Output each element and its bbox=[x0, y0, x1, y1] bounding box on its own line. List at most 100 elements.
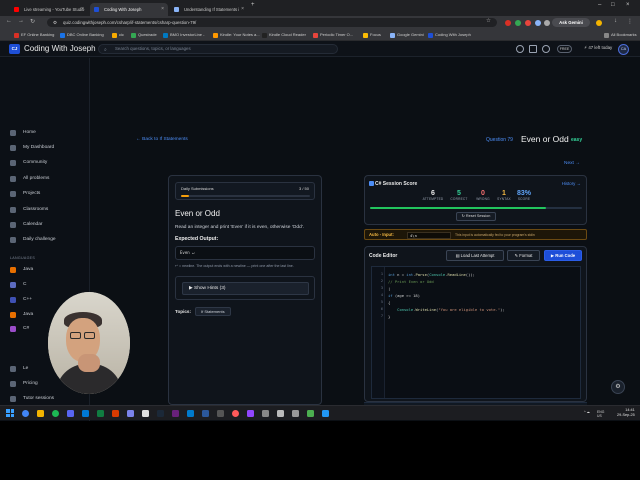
language-indicator[interactable]: ENG US bbox=[597, 410, 604, 418]
bookmark-item[interactable]: Periodic Timer O... bbox=[313, 32, 353, 38]
history-link[interactable]: History → bbox=[562, 181, 581, 186]
bookmark-icon bbox=[428, 32, 433, 38]
sidebar-item-community[interactable]: Community bbox=[10, 160, 47, 166]
bookmark-item[interactable]: cic bbox=[112, 32, 124, 38]
app-icon[interactable] bbox=[277, 410, 284, 417]
file-explorer-icon[interactable] bbox=[37, 410, 44, 417]
tab-label: Live streaming - YouTube Studio bbox=[24, 7, 85, 12]
code-editor[interactable]: 1 2 3 4 5 6 7 int n = int.Parse(Console.… bbox=[371, 266, 581, 399]
help-icon[interactable] bbox=[542, 45, 550, 53]
chrome-icon[interactable] bbox=[22, 410, 29, 417]
browser-tab-understanding[interactable]: Understanding If Statements i × bbox=[170, 3, 248, 16]
tray-icons[interactable]: ^ ☁ bbox=[584, 410, 590, 414]
close-icon[interactable]: × bbox=[161, 3, 164, 16]
show-hints-button[interactable]: ▶ Show Hints (3) bbox=[182, 282, 309, 295]
discord-icon[interactable] bbox=[67, 410, 74, 417]
settings-fab[interactable]: ⚙ bbox=[611, 380, 625, 394]
obs-icon[interactable] bbox=[232, 410, 239, 417]
outlook-icon[interactable] bbox=[82, 410, 89, 417]
format-button[interactable]: ✎ Format bbox=[507, 250, 540, 261]
app-icon[interactable] bbox=[292, 410, 299, 417]
all-bookmarks[interactable]: All Bookmarks bbox=[604, 32, 637, 38]
bookmark-item[interactable]: EF Online Banking bbox=[14, 32, 54, 38]
sidebar-item-daily-challenge[interactable]: Daily challenge bbox=[10, 237, 56, 243]
run-code-button[interactable]: ▶ Run Code bbox=[544, 250, 582, 261]
bookmark-item[interactable]: Questrade bbox=[131, 32, 157, 38]
brand-logo[interactable]: CJ bbox=[9, 44, 20, 54]
extensions-puzzle-icon[interactable] bbox=[544, 20, 550, 26]
teams-icon[interactable] bbox=[127, 410, 134, 417]
avatar[interactable]: CA bbox=[618, 44, 629, 55]
address-bar[interactable]: ⚙ quiz.codingwithjoseph.com/csharp/if-st… bbox=[47, 18, 497, 27]
app-icon[interactable] bbox=[307, 410, 314, 417]
bookmark-item[interactable]: Coding With Joseph bbox=[428, 32, 471, 38]
sidebar-item-home[interactable]: Home bbox=[10, 130, 36, 136]
sidebar-item-calendar[interactable]: Calendar bbox=[10, 222, 42, 228]
brand-name[interactable]: Coding With Joseph bbox=[24, 44, 96, 53]
region-text: US bbox=[597, 414, 602, 418]
bookmark-item[interactable]: Google Gemini bbox=[390, 32, 424, 38]
sidebar-item-tutor-sessions[interactable]: Tutor sessions bbox=[10, 396, 54, 402]
download-icon[interactable]: ↓ bbox=[614, 18, 617, 24]
system-clock[interactable]: 14:41 29-Sep-25 bbox=[617, 408, 635, 418]
sidebar-item-projects[interactable]: Projects bbox=[10, 191, 40, 197]
close-icon[interactable]: × bbox=[81, 3, 84, 16]
site-info-icon[interactable]: ⚙ bbox=[53, 18, 57, 27]
bookmark-item[interactable]: Focus bbox=[363, 32, 381, 38]
notepad-icon[interactable] bbox=[142, 410, 149, 417]
reset-session-button[interactable]: ↻ Reset Session bbox=[456, 212, 496, 221]
extension-icon[interactable] bbox=[505, 20, 511, 26]
sidebar-lang-java[interactable]: Java bbox=[10, 267, 33, 273]
forward-icon[interactable]: → bbox=[18, 18, 24, 24]
monitor-icon[interactable] bbox=[529, 45, 537, 53]
vscode-icon[interactable] bbox=[187, 410, 194, 417]
bookmark-item[interactable]: BMO InvestorLine - bbox=[163, 32, 204, 38]
excel-icon[interactable] bbox=[97, 410, 104, 417]
profile-avatar-icon[interactable] bbox=[596, 20, 602, 26]
powerpoint-icon[interactable] bbox=[112, 410, 119, 417]
sidebar-lang-c[interactable]: C bbox=[10, 282, 26, 288]
maximize-icon[interactable]: □ bbox=[611, 2, 615, 8]
sidebar-lang-cpp[interactable]: C++ bbox=[10, 297, 32, 303]
sidebar-lang-csharp[interactable]: C# bbox=[10, 326, 29, 332]
windows-start-icon[interactable] bbox=[6, 409, 14, 417]
extension-icon[interactable] bbox=[525, 20, 531, 26]
search-input[interactable]: ⌕ Search questions, topics, or languages bbox=[98, 44, 338, 54]
auto-input-field[interactable]: 4\n bbox=[407, 231, 451, 239]
topic-tag[interactable]: If Statements bbox=[195, 307, 231, 316]
minimize-icon[interactable]: – bbox=[598, 2, 601, 8]
bookmark-item[interactable]: Kindle Cloud Reader bbox=[262, 32, 306, 38]
sidebar-item-learn[interactable]: Le bbox=[10, 366, 28, 372]
window-close-icon[interactable]: × bbox=[626, 2, 630, 8]
bookmark-item[interactable]: Kindle: Your Notes a... bbox=[213, 32, 260, 38]
back-to-topic-link[interactable]: ← Back to If Statements bbox=[136, 137, 188, 142]
sidebar-item-dashboard[interactable]: My Dashboard bbox=[10, 145, 54, 151]
new-tab-icon[interactable]: + bbox=[251, 2, 255, 8]
next-question-link[interactable]: Next → bbox=[564, 161, 580, 166]
extension-icon[interactable] bbox=[515, 20, 521, 26]
steam-icon[interactable] bbox=[157, 410, 164, 417]
theme-toggle-icon[interactable] bbox=[516, 45, 524, 53]
app-icon[interactable] bbox=[262, 410, 269, 417]
word-icon[interactable] bbox=[202, 410, 209, 417]
back-icon[interactable]: ← bbox=[6, 18, 12, 24]
load-last-attempt-button[interactable]: ▤ Load Last Attempt bbox=[446, 250, 504, 261]
browser-tab-youtube[interactable]: Live streaming - YouTube Studio × bbox=[10, 3, 88, 16]
reload-icon[interactable]: ↻ bbox=[30, 18, 35, 25]
browser-tab-coding[interactable]: Coding With Joseph × bbox=[90, 3, 168, 16]
app-icon[interactable] bbox=[247, 410, 254, 417]
spotify-icon[interactable] bbox=[52, 410, 59, 417]
app-icon[interactable] bbox=[322, 410, 329, 417]
sidebar-item-classrooms[interactable]: Classrooms bbox=[10, 207, 48, 213]
visual-studio-icon[interactable] bbox=[172, 410, 179, 417]
close-icon[interactable]: × bbox=[241, 3, 244, 16]
ask-gemini-button[interactable]: Ask Gemini bbox=[552, 18, 590, 27]
sidebar-item-pricing[interactable]: Pricing bbox=[10, 381, 38, 387]
terminal-icon[interactable] bbox=[217, 410, 224, 417]
menu-icon[interactable]: ⋮ bbox=[627, 18, 633, 25]
sidebar-item-all-problems[interactable]: All problems bbox=[10, 176, 49, 182]
bookmark-item[interactable]: DBC Online Banking bbox=[60, 32, 104, 38]
sidebar-lang-java-2[interactable]: Java bbox=[10, 312, 33, 318]
bookmark-star-icon[interactable]: ☆ bbox=[486, 18, 491, 24]
extension-icon[interactable] bbox=[535, 20, 541, 26]
